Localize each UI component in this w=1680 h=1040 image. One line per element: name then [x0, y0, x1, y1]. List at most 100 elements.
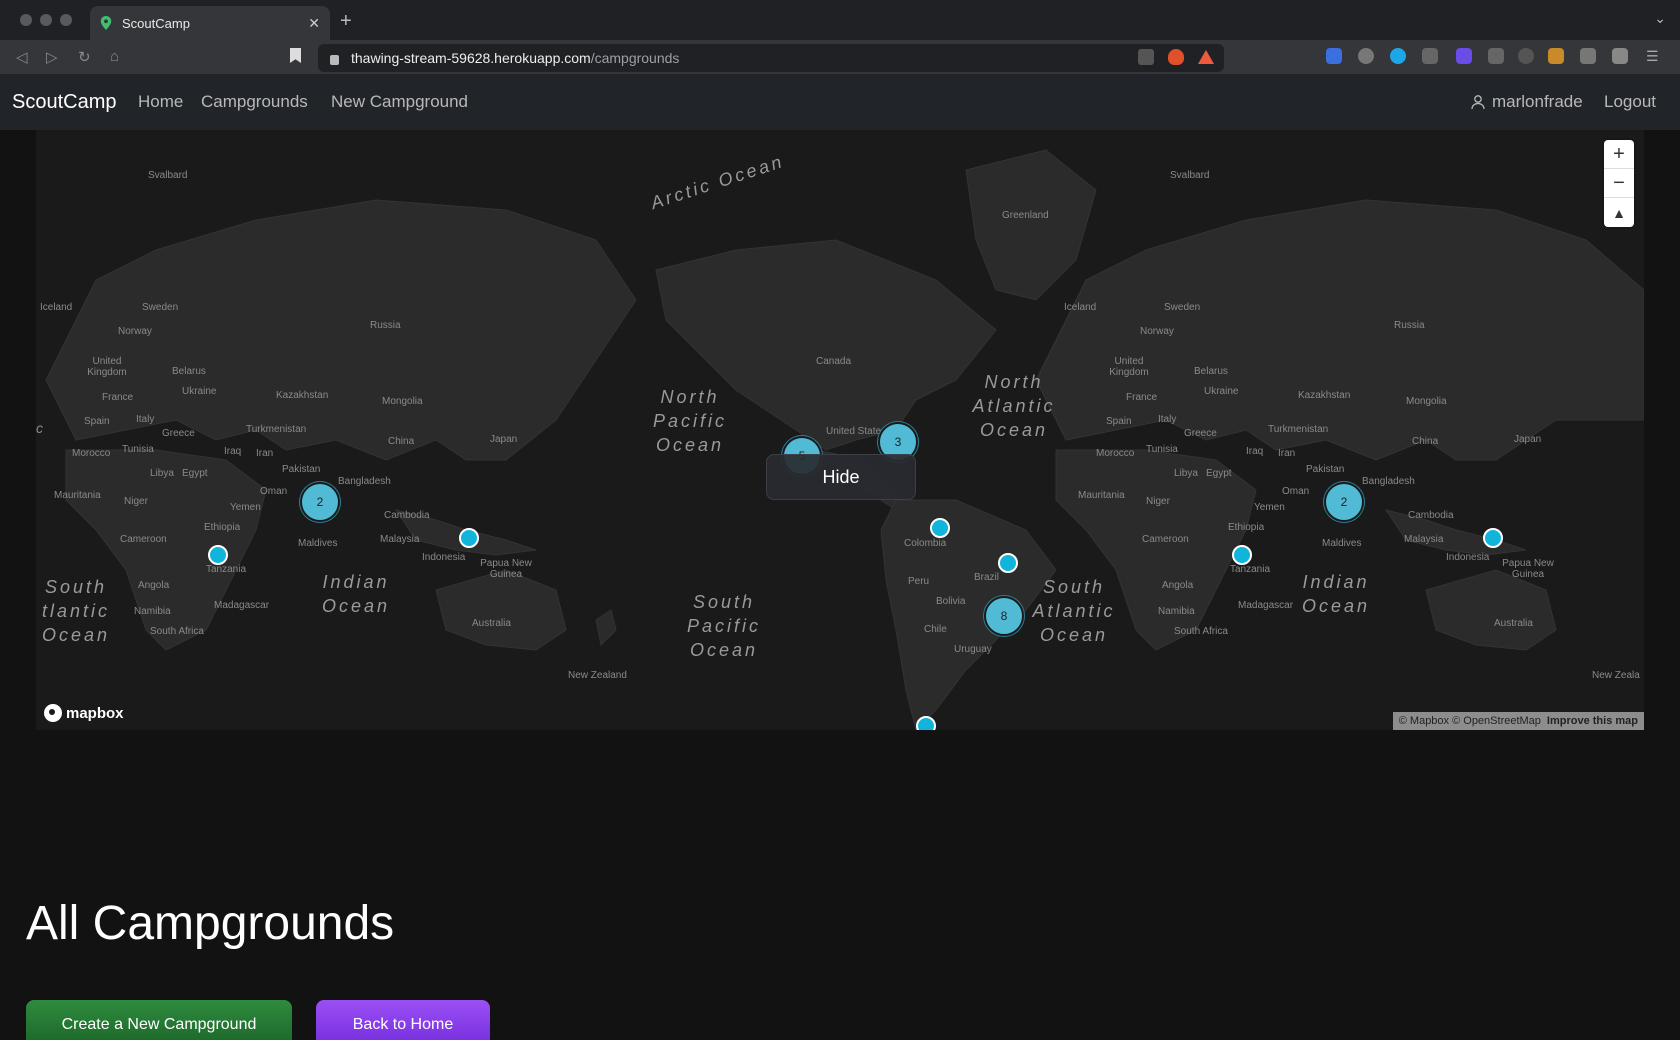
plus-icon[interactable]: + — [340, 10, 352, 33]
nav-new-campground-link[interactable]: New Campground — [331, 92, 468, 112]
place-label: Mauritania — [1078, 490, 1125, 501]
minimize-window-icon[interactable] — [40, 14, 52, 26]
brave-shield-icon[interactable] — [1168, 49, 1184, 65]
puzzle-icon[interactable] — [1580, 48, 1596, 64]
mapbox-logo-icon — [44, 704, 62, 722]
place-label: Svalbard — [1170, 170, 1210, 181]
place-label: Malaysia — [380, 534, 420, 545]
improve-map-link[interactable]: Improve this map — [1547, 715, 1638, 727]
chevron-down-icon[interactable]: ⌄ — [1654, 10, 1666, 27]
page-title: All Campgrounds — [26, 897, 395, 950]
place-label: Oman — [260, 486, 288, 497]
extension-icon[interactable] — [1456, 48, 1472, 64]
place-label: Yemen — [230, 502, 261, 513]
url-path: /campgrounds — [590, 50, 680, 66]
place-label: Ukraine — [1204, 386, 1239, 397]
place-label: Chile — [924, 624, 947, 635]
map-cluster[interactable]: 2 — [300, 482, 340, 522]
extension-icon[interactable] — [1518, 48, 1534, 64]
ocean-label: Indian Ocean — [1301, 572, 1371, 616]
map-cluster[interactable]: 8 — [984, 596, 1024, 636]
place-label: Tunisia — [122, 444, 154, 455]
campground-marker[interactable] — [459, 528, 479, 548]
place-label: Pakistan — [1306, 464, 1345, 475]
place-label: Russia — [370, 320, 401, 331]
place-label: Mongolia — [382, 396, 423, 407]
place-label: Greece — [1184, 428, 1217, 439]
place-label: Italy — [1158, 414, 1177, 425]
wallet-icon[interactable] — [1612, 48, 1628, 64]
place-label: Morocco — [72, 448, 111, 459]
compass-icon[interactable]: ▲ — [1604, 198, 1634, 227]
place-label: Turkmenistan — [1268, 424, 1329, 435]
bookmark-icon[interactable] — [290, 48, 301, 63]
username: marlonfrade — [1492, 92, 1583, 111]
campground-marker[interactable] — [1232, 545, 1252, 565]
campground-marker[interactable] — [916, 716, 936, 730]
browser-tab-bar: ScoutCamp ✕ + ⌄ — [0, 0, 1680, 40]
place-label: Madagascar — [214, 600, 270, 611]
campground-marker[interactable] — [1483, 528, 1503, 548]
place-label: Namibia — [1158, 606, 1195, 617]
campground-marker[interactable] — [208, 545, 228, 565]
map-pin-icon — [100, 16, 112, 30]
extension-icon[interactable] — [1488, 48, 1504, 64]
zoom-out-icon[interactable]: − — [1604, 169, 1634, 198]
place-label: Spain — [1106, 416, 1132, 427]
place-label: Iran — [256, 448, 274, 459]
place-label: Sweden — [1164, 302, 1201, 313]
place-label: Japan — [490, 434, 518, 445]
campground-marker[interactable] — [930, 518, 950, 538]
ocean-label: North Atlantic Ocean — [972, 372, 1056, 440]
extension-icon[interactable] — [1548, 48, 1564, 64]
cluster-map[interactable]: Arctic Ocean North Pacific Ocean North A… — [36, 130, 1644, 730]
place-label: China — [388, 436, 415, 447]
browser-tab[interactable]: ScoutCamp ✕ — [90, 6, 330, 40]
nav-campgrounds-link[interactable]: Campgrounds — [201, 92, 308, 112]
attribution-text[interactable]: © Mapbox © OpenStreetMap — [1399, 715, 1541, 727]
place-label: Tanzania — [206, 564, 247, 575]
place-label: United Kingdom — [1109, 356, 1149, 378]
place-label: France — [102, 392, 134, 403]
nav-home-link[interactable]: Home — [138, 92, 183, 112]
home-icon[interactable]: ⌂ — [110, 48, 119, 65]
reload-icon[interactable]: ↻ — [78, 48, 91, 66]
mapbox-logo[interactable]: mapbox — [44, 704, 124, 722]
brave-rewards-icon[interactable] — [1198, 50, 1214, 64]
brand-logo[interactable]: ScoutCamp — [12, 91, 117, 114]
close-window-icon[interactable] — [20, 14, 32, 26]
close-tab-icon[interactable]: ✕ — [308, 15, 320, 32]
address-bar[interactable]: thawing-stream-59628.herokuapp.com/campg… — [318, 44, 1224, 72]
place-label: China — [1412, 436, 1439, 447]
place-label: Iraq — [1246, 446, 1264, 457]
broadcast-icon[interactable] — [1138, 49, 1154, 65]
create-campground-button[interactable]: Create a New Campground — [26, 1000, 292, 1040]
pen-icon[interactable] — [1422, 48, 1438, 64]
ocean-label: South Atlantic Ocean — [1032, 577, 1116, 645]
ocean-label: North Pacific Ocean — [652, 387, 727, 455]
maximize-window-icon[interactable] — [60, 14, 72, 26]
forward-icon[interactable]: ▷ — [46, 48, 58, 66]
zoom-in-icon[interactable]: + — [1604, 140, 1634, 169]
place-label: Japan — [1514, 434, 1542, 445]
place-label: Spain — [84, 416, 110, 427]
extension-icon[interactable] — [1358, 48, 1374, 64]
place-label: Ukraine — [182, 386, 217, 397]
place-label: Indonesia — [422, 552, 466, 563]
place-label: Ethiopia — [204, 522, 241, 533]
extension-icon[interactable] — [1326, 48, 1342, 64]
extension-icon[interactable] — [1390, 48, 1406, 64]
user-profile-link[interactable]: marlonfrade — [1470, 92, 1583, 112]
campground-marker[interactable] — [998, 553, 1018, 573]
logout-link[interactable]: Logout — [1604, 92, 1656, 112]
hide-button[interactable]: Hide — [766, 454, 916, 500]
place-label: Egypt — [182, 468, 208, 479]
place-label: Papua New Guinea — [480, 558, 532, 580]
place-label: Cameroon — [1142, 534, 1189, 545]
map-cluster[interactable]: 2 — [1324, 482, 1364, 522]
place-label: Iceland — [1064, 302, 1097, 313]
menu-icon[interactable]: ☰ — [1646, 48, 1662, 64]
back-icon[interactable]: ◁ — [16, 48, 28, 66]
back-to-home-button[interactable]: Back to Home — [316, 1000, 490, 1040]
user-icon — [1471, 95, 1485, 110]
